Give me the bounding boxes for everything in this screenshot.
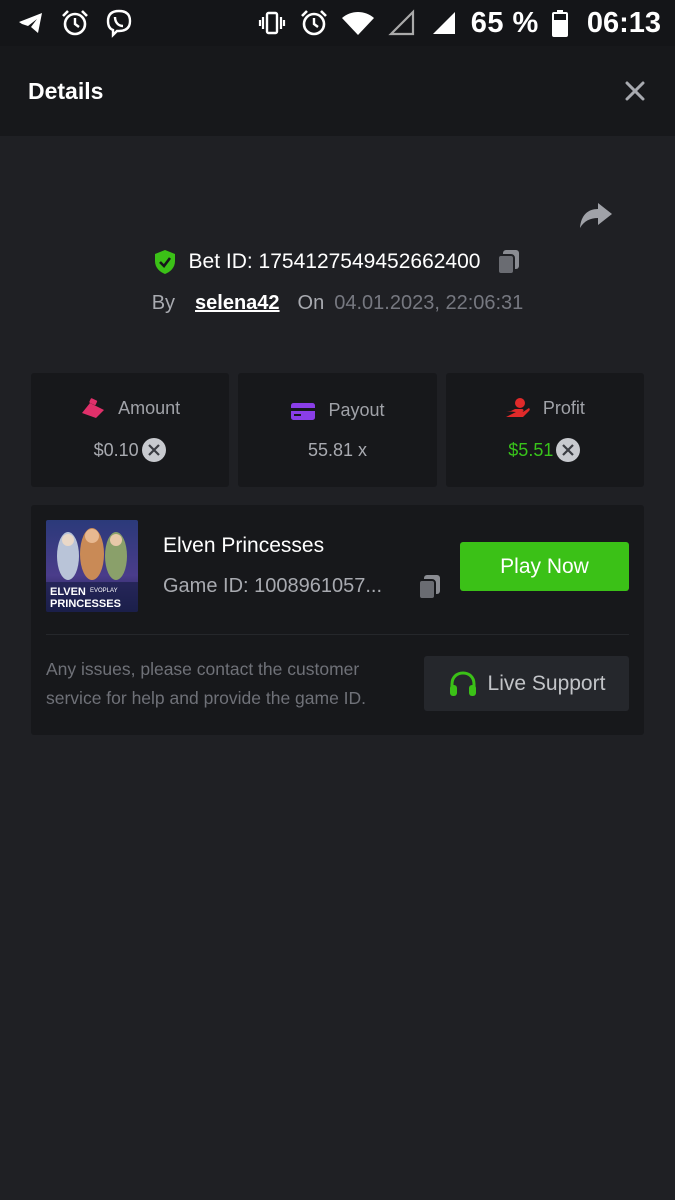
bet-date: 04.01.2023, 22:06:31 — [334, 291, 524, 314]
game-card: ELVEN EVOPLAY PRINCESSES Elven Princesse… — [31, 505, 644, 735]
stat-profit: Profit $5.51 — [445, 373, 644, 487]
game-id: Game ID: 1008961057... — [163, 575, 383, 597]
thumbnail-brand: EVOPLAY — [90, 588, 118, 594]
stat-value: 55.81 x — [307, 439, 368, 460]
profit-hand-icon — [505, 398, 530, 417]
telegram-icon — [16, 8, 46, 38]
by-label: By — [151, 291, 176, 314]
thumbnail-title: PRINCESSES — [50, 598, 121, 610]
wifi-icon — [341, 8, 375, 38]
status-left-icons — [16, 8, 134, 38]
coin-icon — [141, 438, 166, 462]
coin-icon — [556, 438, 581, 462]
headset-icon — [449, 670, 476, 696]
vibrate-icon — [257, 8, 287, 38]
game-thumbnail[interactable]: ELVEN EVOPLAY PRINCESSES — [46, 520, 138, 612]
copy-game-id-button[interactable] — [417, 573, 443, 601]
battery-percent: 65 % — [470, 6, 539, 39]
stat-label: Payout — [328, 400, 385, 420]
bet-id: Bet ID: 1754127549452662400 — [188, 250, 481, 273]
signal-icon — [429, 8, 459, 38]
support-text: Any issues, please contact the customer … — [46, 659, 367, 708]
play-now-button[interactable]: Play Now — [460, 542, 629, 591]
viber-icon — [104, 8, 134, 38]
alarm-clock-icon — [60, 8, 90, 38]
close-icon — [625, 81, 645, 101]
page-title: Details — [28, 77, 104, 104]
live-support-button[interactable]: Live Support — [424, 656, 629, 711]
status-bar: 65 % 06:13 — [0, 0, 675, 46]
status-time: 06:13 — [586, 6, 661, 39]
battery-icon — [551, 8, 569, 38]
details-header: Details — [0, 46, 675, 136]
amount-icon — [82, 398, 105, 418]
verified-shield-icon — [154, 250, 175, 274]
stat-label: Profit — [542, 397, 585, 418]
copy-bet-id-button[interactable] — [496, 248, 522, 276]
stat-payout: Payout 55.81 x — [238, 373, 437, 487]
game-name: Elven Princesses — [163, 534, 325, 557]
live-support-label: Live Support — [487, 671, 606, 695]
stats-row: Amount $0.10 Payout 55.81 x Profit $5.51 — [31, 373, 644, 487]
bet-id-row: Bet ID: 1754127549452662400 — [0, 244, 675, 280]
stat-value: $0.10 — [93, 439, 139, 460]
status-right-icons: 65 % 06:13 — [257, 7, 661, 40]
card-icon — [291, 402, 316, 420]
username-link[interactable]: selena42 — [195, 292, 280, 315]
share-button[interactable] — [578, 201, 614, 233]
on-label: On — [297, 291, 325, 314]
alarm-clock-icon — [299, 8, 329, 38]
stat-amount: Amount $0.10 — [31, 373, 230, 487]
close-button[interactable] — [623, 79, 647, 103]
divider — [46, 634, 629, 635]
signal-empty-icon — [387, 8, 417, 38]
bet-meta-row: By selena42 On 04.01.2023, 22:06:31 — [0, 286, 675, 320]
stat-value: $5.51 — [508, 439, 554, 460]
thumbnail-title: ELVEN — [50, 586, 86, 598]
share-icon — [580, 203, 612, 228]
stat-label: Amount — [118, 397, 181, 418]
